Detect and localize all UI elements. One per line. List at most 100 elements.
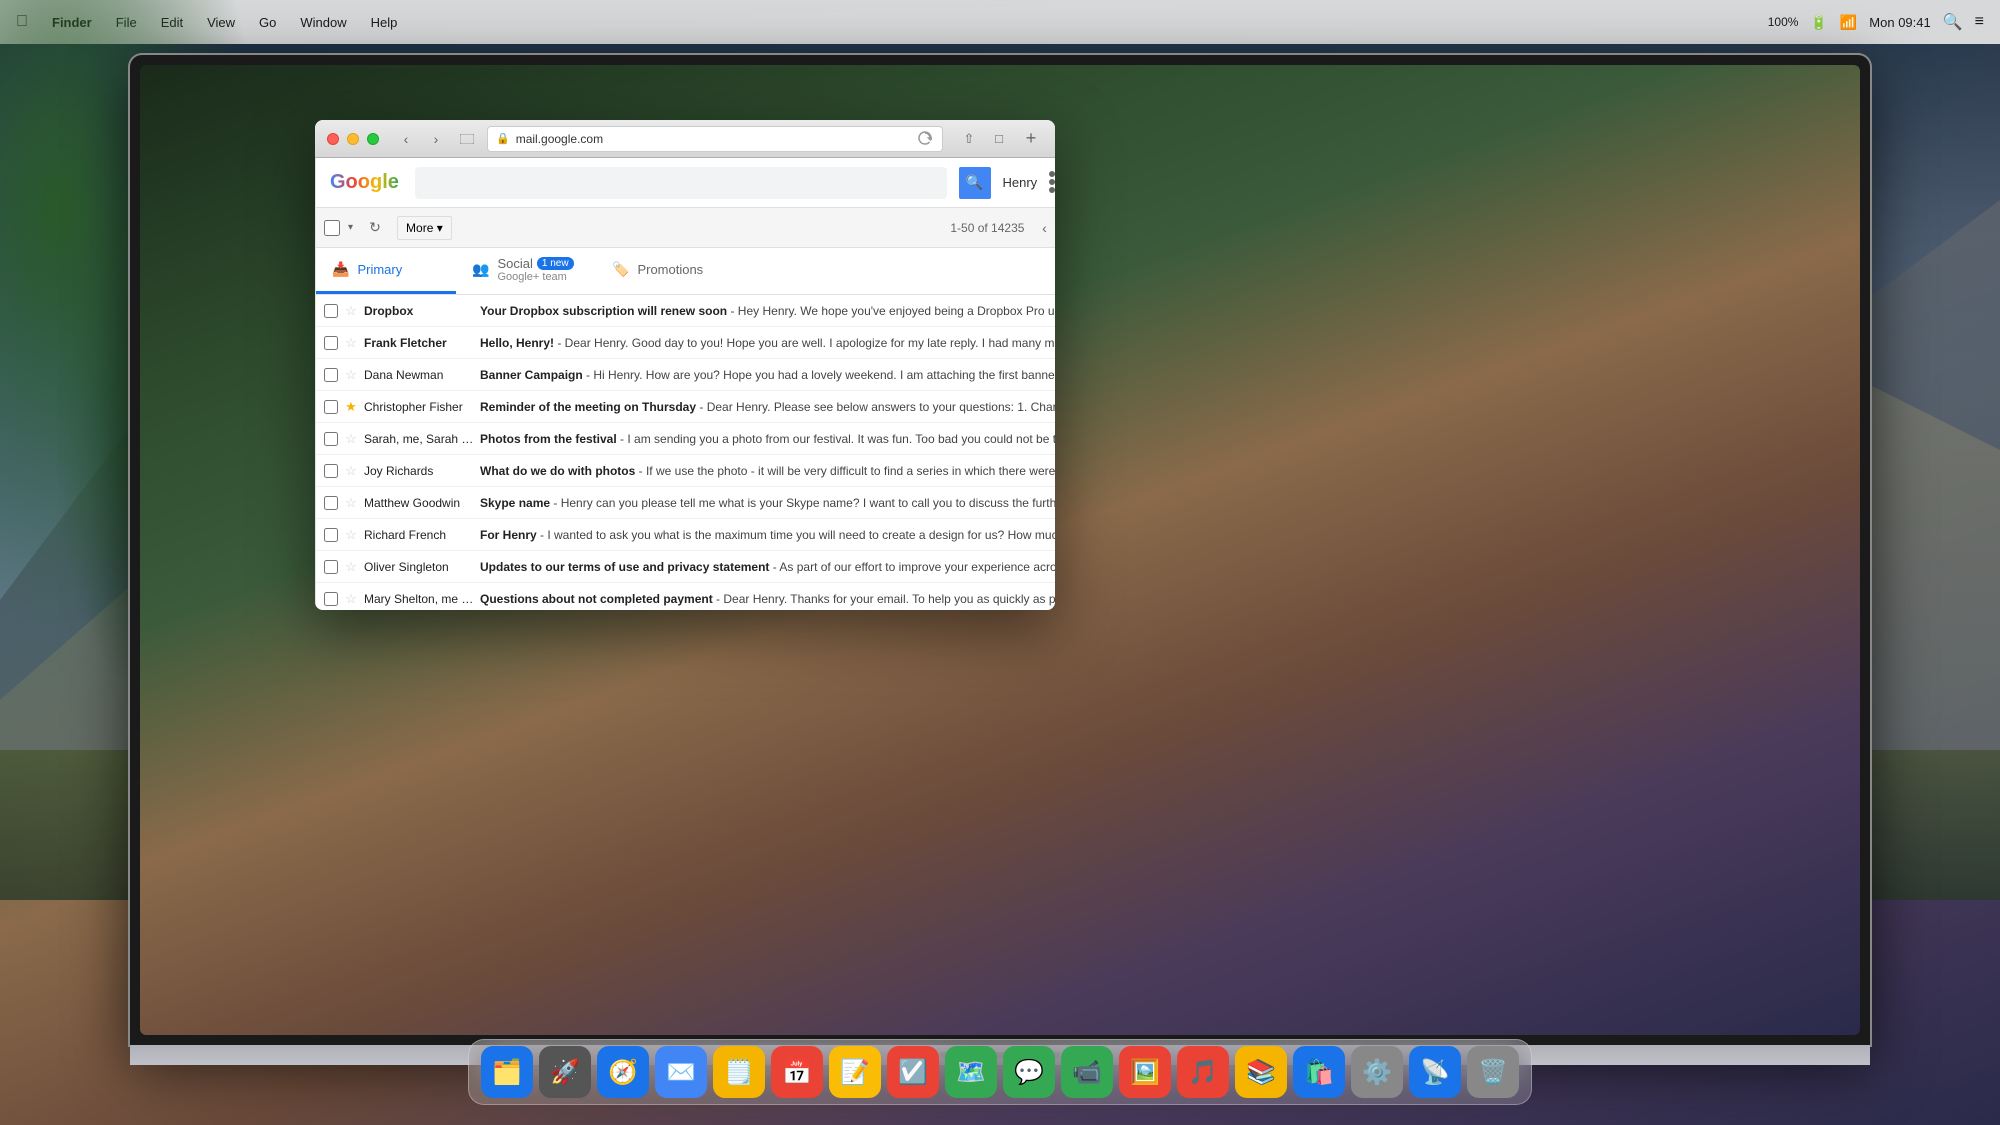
forward-button[interactable]: › bbox=[425, 128, 447, 150]
window-menu[interactable]: Window bbox=[296, 13, 350, 32]
header-right: Henry bbox=[1003, 168, 1056, 198]
sender-name: Christopher Fisher bbox=[364, 400, 474, 414]
email-subject: Banner Campaign - Hi Henry. How are you?… bbox=[480, 368, 1055, 382]
promotions-tab-label: Promotions bbox=[637, 262, 703, 277]
help-menu[interactable]: Help bbox=[367, 13, 402, 32]
star-icon[interactable]: ☆ bbox=[344, 368, 358, 382]
calendar-icon[interactable]: 📅 bbox=[771, 1046, 823, 1098]
safari-icon[interactable]: 🧭 bbox=[597, 1046, 649, 1098]
primary-tab-icon: 📥 bbox=[332, 261, 349, 278]
airdrop-icon[interactable]: 📡 bbox=[1409, 1046, 1461, 1098]
mail-icon[interactable]: ✉️ bbox=[655, 1046, 707, 1098]
share-button[interactable]: ⇧ bbox=[957, 127, 981, 151]
star-icon[interactable]: ☆ bbox=[344, 432, 358, 446]
url-bar[interactable]: 🔒 mail.google.com bbox=[487, 126, 943, 152]
social-tab-icon: 👥 bbox=[472, 261, 489, 278]
browser-navigation: ‹ › bbox=[395, 128, 447, 150]
email-checkbox[interactable] bbox=[324, 336, 338, 350]
email-row[interactable]: ★ Christopher Fisher Reminder of the mee… bbox=[316, 391, 1055, 423]
ibooks-icon[interactable]: 📚 bbox=[1235, 1046, 1287, 1098]
gmail-main-content: Google 🔍 Henry bbox=[316, 158, 1055, 610]
email-checkbox[interactable] bbox=[324, 432, 338, 446]
photos-icon[interactable]: 🖼️ bbox=[1119, 1046, 1171, 1098]
star-icon[interactable]: ★ bbox=[344, 400, 358, 414]
grid-dot bbox=[1049, 171, 1055, 177]
facetime-icon[interactable]: 📹 bbox=[1061, 1046, 1113, 1098]
star-icon[interactable]: ☆ bbox=[344, 528, 358, 542]
star-icon[interactable]: ☆ bbox=[344, 560, 358, 574]
email-subject: Reminder of the meeting on Thursday - De… bbox=[480, 400, 1055, 414]
email-row[interactable]: ☆ Sarah, me, Sarah (3) Photos from the f… bbox=[316, 423, 1055, 455]
pagination-info: 1-50 of 14235 ‹ › ⊞ ▾ ⚙ bbox=[950, 214, 1055, 242]
email-row[interactable]: ☆ Richard French For Henry - I wanted to… bbox=[316, 519, 1055, 551]
appstore-icon[interactable]: 🛍️ bbox=[1293, 1046, 1345, 1098]
star-icon[interactable]: ☆ bbox=[344, 464, 358, 478]
refresh-button[interactable]: ↻ bbox=[361, 214, 389, 242]
select-all-checkbox[interactable] bbox=[324, 220, 340, 236]
prev-page-button[interactable]: ‹ bbox=[1032, 216, 1055, 240]
new-tab-button[interactable]: + bbox=[1019, 127, 1043, 151]
email-checkbox[interactable] bbox=[324, 560, 338, 574]
email-checkbox[interactable] bbox=[324, 368, 338, 382]
email-checkbox[interactable] bbox=[324, 304, 338, 318]
fullscreen-button[interactable] bbox=[455, 127, 479, 151]
maximize-button[interactable] bbox=[367, 133, 379, 145]
select-dropdown-icon[interactable]: ▾ bbox=[348, 222, 353, 233]
apps-grid-button[interactable] bbox=[1049, 171, 1055, 195]
gmail-search-button[interactable]: 🔍 bbox=[959, 167, 991, 199]
search-icon[interactable]: 🔍 bbox=[1943, 12, 1963, 32]
email-row[interactable]: ☆ Joy Richards What do we do with photos… bbox=[316, 455, 1055, 487]
email-checkbox[interactable] bbox=[324, 400, 338, 414]
more-button[interactable]: More ▾ bbox=[397, 216, 452, 240]
refresh-icon[interactable] bbox=[918, 131, 934, 147]
list-icon[interactable]: ≡ bbox=[1975, 13, 1984, 31]
reminders-icon[interactable]: ☑️ bbox=[887, 1046, 939, 1098]
bookmark-button[interactable]: □ bbox=[987, 127, 1011, 151]
star-icon[interactable]: ☆ bbox=[344, 496, 358, 510]
email-checkbox[interactable] bbox=[324, 592, 338, 606]
grid-dot bbox=[1049, 187, 1055, 193]
sender-name: Richard French bbox=[364, 528, 474, 542]
launchpad-icon[interactable]: 🚀 bbox=[539, 1046, 591, 1098]
email-row[interactable]: ☆ Frank Fletcher Hello, Henry! - Dear He… bbox=[316, 327, 1055, 359]
email-row[interactable]: ☆ Mary Shelton, me (3) Questions about n… bbox=[316, 583, 1055, 610]
browser-window: ‹ › 🔒 mail.google.com bbox=[315, 120, 1055, 610]
gmail-body: Gmail ▾ COMPOSE Inbox 11 Starred bbox=[315, 158, 1055, 610]
email-checkbox[interactable] bbox=[324, 496, 338, 510]
tab-promotions[interactable]: 🏷️ Promotions bbox=[596, 248, 736, 294]
email-subject: Questions about not completed payment - … bbox=[480, 592, 1055, 606]
sender-name: Oliver Singleton bbox=[364, 560, 474, 574]
tab-social[interactable]: 👥 Social 1 new Google+ team bbox=[456, 248, 596, 294]
sender-name: Mary Shelton, me (3) bbox=[364, 592, 474, 606]
notes-icon[interactable]: 📝 bbox=[829, 1046, 881, 1098]
email-row[interactable]: ☆ Dana Newman Banner Campaign - Hi Henry… bbox=[316, 359, 1055, 391]
star-icon[interactable]: ☆ bbox=[344, 304, 358, 318]
messages-icon[interactable]: 💬 bbox=[1003, 1046, 1055, 1098]
sender-name: Joy Richards bbox=[364, 464, 474, 478]
email-subject: Your Dropbox subscription will renew soo… bbox=[480, 304, 1055, 318]
stickies-icon[interactable]: 🗒️ bbox=[713, 1046, 765, 1098]
email-row[interactable]: ☆ Matthew Goodwin Skype name - Henry can… bbox=[316, 487, 1055, 519]
email-subject: Skype name - Henry can you please tell m… bbox=[480, 496, 1055, 510]
close-button[interactable] bbox=[327, 133, 339, 145]
gmail-search-input[interactable] bbox=[415, 167, 947, 199]
star-icon[interactable]: ☆ bbox=[344, 592, 358, 606]
syspreferences-icon[interactable]: ⚙️ bbox=[1351, 1046, 1403, 1098]
finder-icon[interactable]: 🗂️ bbox=[481, 1046, 533, 1098]
maps-icon[interactable]: 🗺️ bbox=[945, 1046, 997, 1098]
clock: Mon 09:41 bbox=[1869, 15, 1930, 30]
email-checkbox[interactable] bbox=[324, 528, 338, 542]
tab-primary[interactable]: 📥 Primary bbox=[316, 248, 456, 294]
email-checkbox[interactable] bbox=[324, 464, 338, 478]
email-row[interactable]: ☆ Dropbox Your Dropbox subscription will… bbox=[316, 295, 1055, 327]
trash-icon[interactable]: 🗑️ bbox=[1467, 1046, 1519, 1098]
google-logo: Google bbox=[330, 171, 399, 194]
star-icon[interactable]: ☆ bbox=[344, 336, 358, 350]
back-button[interactable]: ‹ bbox=[395, 128, 417, 150]
dock: 🗂️🚀🧭✉️🗒️📅📝☑️🗺️💬📹🖼️🎵📚🛍️⚙️📡🗑️ bbox=[468, 1039, 1532, 1105]
minimize-button[interactable] bbox=[347, 133, 359, 145]
email-row[interactable]: ☆ Oliver Singleton Updates to our terms … bbox=[316, 551, 1055, 583]
battery-icon: 🔋 bbox=[1810, 14, 1827, 31]
menubar-right: 100% 🔋 📶 Mon 09:41 🔍 ≡ bbox=[1768, 12, 1984, 32]
itunes-icon[interactable]: 🎵 bbox=[1177, 1046, 1229, 1098]
